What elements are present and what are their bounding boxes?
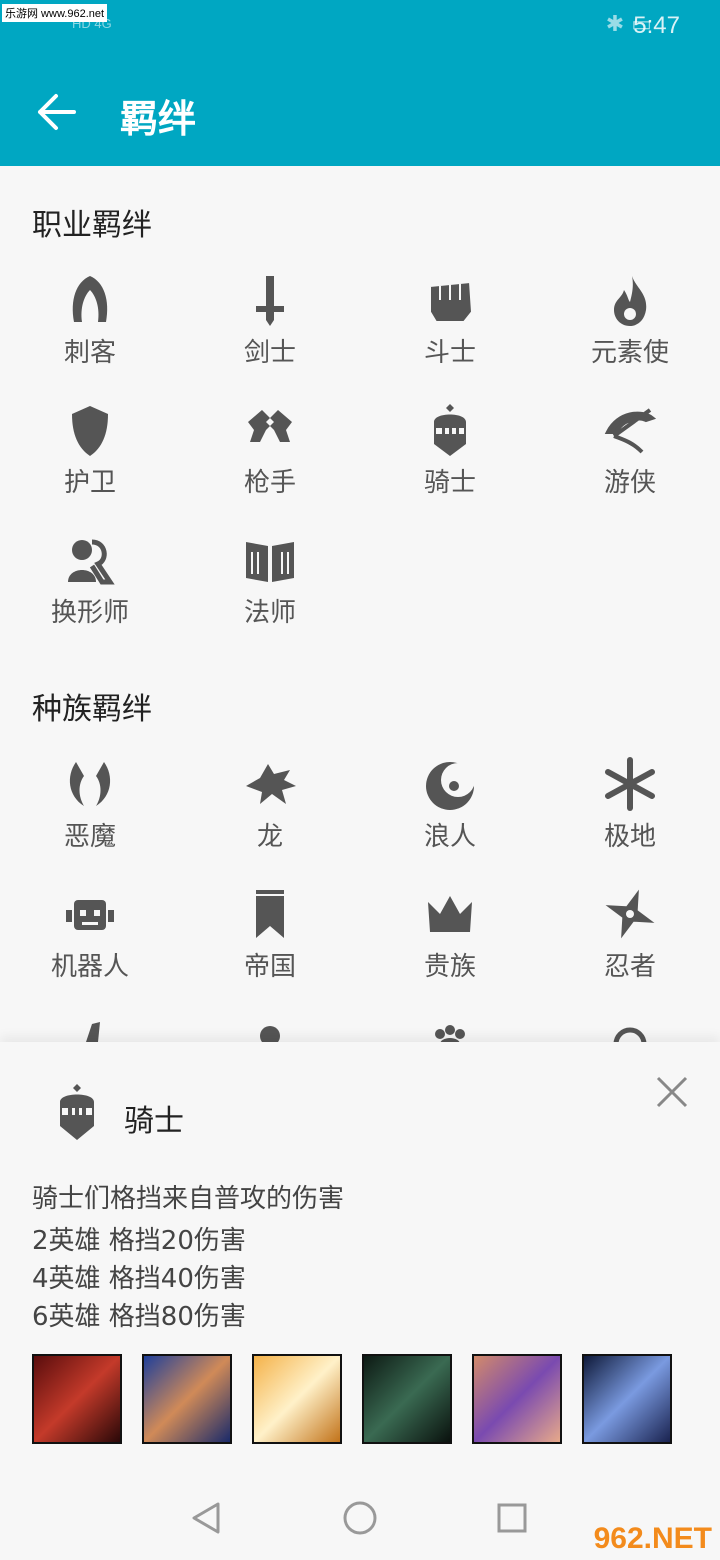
trait-label: 极地 [603, 822, 656, 852]
banner-icon [256, 890, 284, 938]
trait-label: 忍者 [603, 952, 656, 982]
trait-detail-name: 骑士 [124, 1104, 184, 1139]
system-nav-bar: 962.NET [0, 1472, 720, 1560]
trait-effect: 2英雄 格挡20伤害 [32, 1226, 246, 1256]
hero-portrait[interactable] [362, 1354, 452, 1444]
assassin-hood-icon [72, 276, 108, 322]
knight-helmet-icon [60, 1084, 94, 1140]
hero-portrait[interactable] [582, 1354, 672, 1444]
section-title-origin: 种族羁绊 [32, 692, 152, 727]
fist-icon [429, 280, 474, 323]
trait-label: 帝国 [243, 952, 296, 982]
flame-icon [614, 276, 647, 326]
trait-guardian[interactable]: 护卫 [0, 402, 180, 522]
close-icon[interactable] [654, 1074, 690, 1110]
book-icon [246, 542, 294, 582]
trait-label: 剑士 [243, 338, 296, 368]
watermark-logo: 962.NET [593, 1522, 712, 1555]
trait-label: 护卫 [63, 468, 116, 498]
trait-label: 恶魔 [63, 822, 116, 852]
robot-icon [66, 900, 114, 930]
trait-label: 斗士 [423, 338, 476, 368]
hero-portrait[interactable] [472, 1354, 562, 1444]
trait-brawler[interactable]: 斗士 [360, 272, 540, 392]
trait-dragon[interactable]: 龙 [180, 756, 360, 876]
trait-glacial[interactable]: 极地 [540, 756, 720, 876]
trait-ninja[interactable]: 忍者 [540, 886, 720, 1006]
trait-label: 骑士 [423, 468, 476, 498]
nav-recents-icon[interactable] [496, 1502, 528, 1534]
crossed-pistols-icon [248, 410, 292, 442]
hero-portrait[interactable] [142, 1354, 232, 1444]
demon-horns-icon [69, 762, 111, 806]
network-indicator: HD 4G [72, 16, 112, 31]
trait-ranger[interactable]: 游侠 [540, 402, 720, 522]
shield-icon [72, 406, 108, 456]
trait-gunslinger[interactable]: 枪手 [180, 402, 360, 522]
trait-exile[interactable]: 浪人 [360, 756, 540, 876]
trait-demon[interactable]: 恶魔 [0, 756, 180, 876]
trait-imperial[interactable]: 帝国 [180, 886, 360, 1006]
trait-detail-description: 骑士们格挡来自普攻的伤害 [32, 1184, 345, 1214]
trait-blademaster[interactable]: 剑士 [180, 272, 360, 392]
snowflake-icon [605, 757, 655, 811]
status-bar: 乐游网 www.962.net HD 4G ✱ ▭ 5:47 [0, 0, 720, 56]
trait-sorcerer[interactable]: 法师 [180, 532, 360, 652]
trait-elementalist[interactable]: 元素使 [540, 272, 720, 392]
nav-back-icon[interactable] [190, 1500, 222, 1536]
trait-label: 龙 [256, 822, 283, 852]
trait-robot[interactable]: 机器人 [0, 886, 180, 1006]
sword-icon [256, 276, 284, 326]
trait-label: 游侠 [603, 468, 656, 498]
trait-label: 法师 [243, 598, 296, 628]
trait-label: 枪手 [243, 468, 296, 498]
bow-icon [604, 408, 657, 454]
trait-label: 刺客 [63, 338, 116, 368]
trait-label: 贵族 [423, 952, 476, 982]
trait-detail-panel: 骑士 骑士们格挡来自普攻的伤害 2英雄 格挡20伤害 4英雄 格挡40伤害 6英… [0, 1042, 720, 1472]
app-bar: 羁绊 [0, 56, 720, 166]
knight-helmet-icon [434, 404, 466, 456]
nav-home-icon[interactable] [342, 1500, 378, 1536]
trait-effect: 6英雄 格挡80伤害 [32, 1302, 246, 1332]
shapeshifter-icon [68, 539, 115, 585]
trait-noble[interactable]: 贵族 [360, 886, 540, 1006]
dragon-icon [246, 764, 296, 804]
trait-knight[interactable]: 骑士 [360, 402, 540, 522]
section-title-class: 职业羁绊 [32, 208, 152, 243]
trait-label: 机器人 [50, 952, 129, 982]
page-title: 羁绊 [120, 97, 197, 141]
trait-effects-list: 2英雄 格挡20伤害 4英雄 格挡40伤害 6英雄 格挡80伤害 [32, 1222, 246, 1336]
hero-portrait[interactable] [32, 1354, 122, 1444]
trait-label: 元素使 [590, 338, 669, 368]
hero-portrait[interactable] [252, 1354, 342, 1444]
back-arrow-icon[interactable] [34, 92, 78, 132]
crown-icon [428, 896, 472, 932]
exile-crescent-icon [426, 762, 475, 810]
trait-shapeshifter[interactable]: 换形师 [0, 532, 180, 652]
clock: 5:47 [633, 12, 680, 39]
trait-assassin[interactable]: 刺客 [0, 272, 180, 392]
trait-label: 换形师 [50, 598, 129, 628]
shuriken-icon [605, 889, 655, 939]
trait-label: 浪人 [423, 822, 476, 852]
trait-effect: 4英雄 格挡40伤害 [32, 1264, 246, 1294]
